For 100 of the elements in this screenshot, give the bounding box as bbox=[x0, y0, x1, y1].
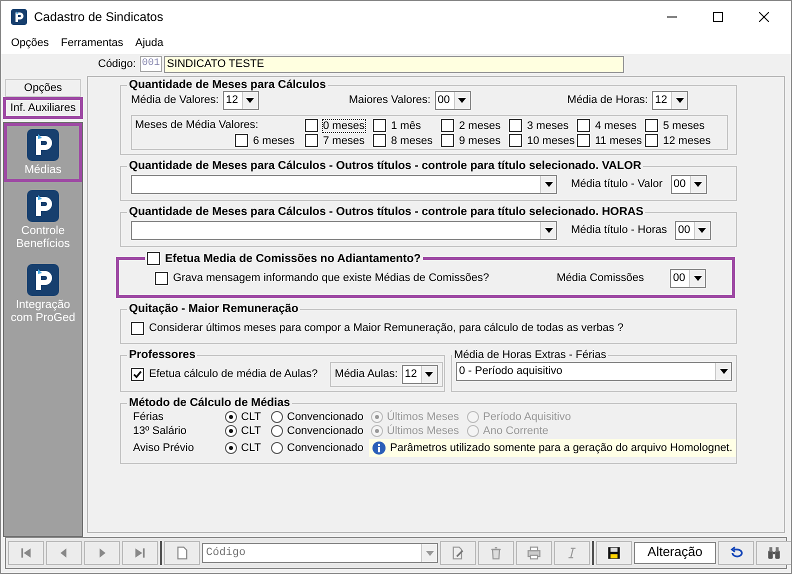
caret-icon bbox=[544, 228, 552, 232]
checkbox-label: 12 meses bbox=[663, 134, 711, 146]
dropdown[interactable]: 00 bbox=[674, 220, 711, 240]
dropdown[interactable] bbox=[131, 220, 557, 240]
checkbox-label: 5 meses bbox=[663, 120, 705, 132]
checkbox-label: 2 meses bbox=[459, 120, 501, 132]
checkbox[interactable] bbox=[305, 134, 318, 147]
save-button[interactable] bbox=[596, 541, 632, 565]
radio-button[interactable] bbox=[271, 442, 283, 454]
group-title: Média de Horas Extras - Férias bbox=[453, 349, 608, 361]
bin-icon bbox=[489, 546, 503, 560]
checkbox[interactable] bbox=[373, 119, 386, 132]
logo-icon bbox=[11, 8, 27, 24]
dropdown[interactable]: 12 bbox=[652, 90, 688, 110]
radio-button[interactable] bbox=[271, 425, 283, 437]
dropdown[interactable]: 00 bbox=[434, 90, 471, 110]
menu-item[interactable]: Opções bbox=[11, 37, 49, 49]
caret-icon bbox=[425, 372, 434, 376]
first-button[interactable] bbox=[8, 541, 44, 565]
window-title: Cadastro de Sindicatos bbox=[34, 10, 164, 24]
dropdown[interactable]: 12 bbox=[222, 90, 259, 110]
print-button[interactable] bbox=[516, 541, 552, 565]
document-icon bbox=[175, 546, 189, 560]
row-label: Férias bbox=[133, 411, 165, 423]
caret-icon bbox=[698, 228, 706, 232]
dropdown[interactable]: 00 bbox=[670, 268, 706, 288]
last-button[interactable] bbox=[122, 541, 158, 565]
checkbox[interactable] bbox=[509, 134, 522, 147]
radio-button[interactable] bbox=[225, 442, 237, 454]
checkbox[interactable] bbox=[235, 134, 248, 147]
radio-label: CLT bbox=[241, 442, 261, 454]
radio-button[interactable] bbox=[225, 411, 237, 423]
checkbox[interactable] bbox=[577, 134, 590, 147]
undo-button[interactable] bbox=[718, 541, 754, 565]
checkbox[interactable] bbox=[155, 272, 168, 284]
radio-button[interactable] bbox=[225, 425, 237, 437]
radio-button[interactable] bbox=[271, 411, 283, 423]
radio-label: Últimos Meses bbox=[386, 411, 459, 423]
dropdown[interactable]: 12 bbox=[402, 364, 438, 384]
previous-button[interactable] bbox=[46, 541, 82, 565]
side-tab[interactable]: Inf. Auxiliares bbox=[5, 99, 81, 117]
logo-icon bbox=[27, 129, 59, 161]
checkbox[interactable] bbox=[645, 134, 658, 147]
checkbox[interactable] bbox=[147, 252, 160, 265]
checkbox[interactable] bbox=[509, 119, 522, 132]
row-label: 13º Salário bbox=[133, 425, 188, 437]
group-title: Efetua Media de Comissões no Adiantamento? bbox=[165, 252, 421, 264]
group-title: Quantidade de Meses para Cálculos - Outros títulos - controle para título selecionado. VALOR bbox=[128, 160, 642, 172]
checkbox[interactable] bbox=[441, 134, 454, 147]
checkbox[interactable] bbox=[645, 119, 658, 132]
radio-label: CLT bbox=[241, 425, 261, 437]
field-label: Média Comissões bbox=[556, 272, 644, 284]
caret-icon bbox=[458, 98, 466, 102]
checkbox[interactable] bbox=[373, 134, 386, 147]
field-label: Média de Valores: bbox=[131, 94, 219, 106]
checkbox[interactable] bbox=[131, 322, 144, 334]
field-label: Média título - Valor bbox=[571, 178, 663, 190]
field-label: Meses de Média Valores: bbox=[135, 119, 260, 132]
name-field[interactable]: SINDICATO TESTE bbox=[164, 56, 624, 72]
checkbox[interactable] bbox=[577, 119, 590, 132]
info-icon bbox=[372, 441, 386, 455]
undo-icon bbox=[729, 546, 743, 560]
checkbox-label: Grava mensagem informando que existe Médias de Comissões? bbox=[173, 272, 490, 284]
checkbox[interactable] bbox=[131, 368, 144, 380]
checkbox-label: 8 meses bbox=[391, 134, 433, 146]
menu-item[interactable]: Ferramentas bbox=[60, 37, 124, 49]
caret-icon bbox=[246, 98, 254, 102]
checkbox-label: 6 meses bbox=[253, 134, 295, 146]
find-button[interactable] bbox=[756, 541, 791, 565]
radio-label: Convencionado bbox=[287, 425, 364, 437]
row-label: Aviso Prévio bbox=[133, 442, 195, 454]
radio-label: Ano Corrente bbox=[483, 425, 548, 437]
checkbox-label: 7 meses bbox=[323, 134, 365, 146]
dropdown[interactable] bbox=[131, 174, 557, 194]
maximize-icon[interactable] bbox=[713, 12, 723, 22]
caret-icon bbox=[694, 182, 702, 186]
radio-label: Últimos Meses bbox=[386, 425, 459, 437]
binoculars-icon bbox=[767, 546, 781, 560]
checkbox[interactable] bbox=[305, 119, 318, 132]
checkbox-label: 0 meses bbox=[323, 120, 365, 132]
checkbox[interactable] bbox=[441, 119, 454, 132]
checkbox-label: Considerar últimos meses para compor a Maior Remuneração, para cálculo de todas as verbas ? bbox=[149, 322, 624, 334]
new-button[interactable] bbox=[164, 541, 200, 565]
menu-item[interactable]: Ajuda bbox=[135, 37, 164, 49]
dropdown[interactable]: 0 - Período aquisitivo bbox=[456, 362, 732, 381]
checkbox-label: 3 meses bbox=[527, 120, 569, 132]
next-button[interactable] bbox=[84, 541, 120, 565]
close-icon[interactable] bbox=[759, 12, 769, 22]
checkbox-label: 4 meses bbox=[595, 120, 637, 132]
printer-icon bbox=[527, 546, 541, 560]
checkbox-label: 9 meses bbox=[459, 134, 501, 146]
note-text: Parâmetros utilizado somente para a geração do arquivo Homolognet. bbox=[390, 442, 732, 454]
side-tab[interactable]: Opções bbox=[5, 79, 81, 97]
dropdown[interactable]: 00 bbox=[670, 174, 707, 194]
caret-icon bbox=[720, 369, 728, 374]
last-icon bbox=[133, 546, 147, 560]
radio-label: Convencionado bbox=[287, 411, 364, 423]
checkbox-label: Efetua cálculo de média de Aulas? bbox=[149, 368, 318, 380]
caret-icon bbox=[676, 98, 684, 102]
group-title: Quantidade de Meses para Cálculos bbox=[128, 79, 327, 91]
